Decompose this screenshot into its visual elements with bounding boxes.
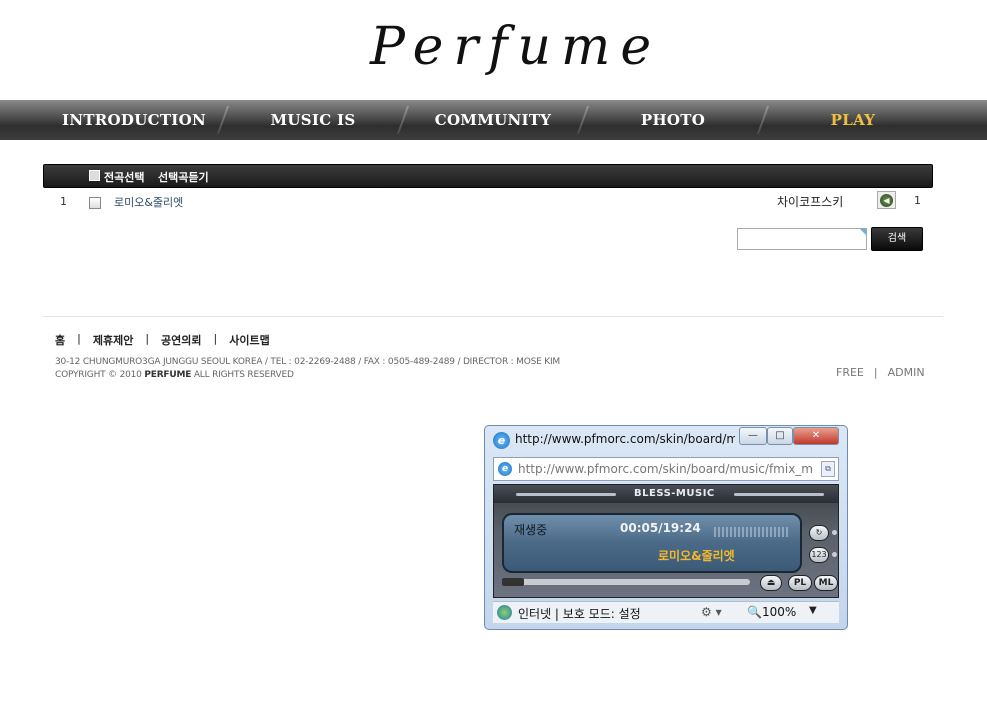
search-input[interactable] (737, 228, 867, 250)
footer-link-partnership[interactable]: 제휴제안 (93, 332, 133, 348)
nav-separator (756, 106, 770, 134)
media-library-button[interactable]: ML (814, 575, 838, 591)
footer-link-admin[interactable]: ADMIN (888, 366, 925, 379)
playlist-header: 전곡선택 선택곡듣기 (43, 164, 933, 188)
footer-link-sitemap[interactable]: 사이트맵 (229, 332, 269, 348)
track-number: 1 (60, 195, 67, 208)
zoom-icon[interactable]: 🔍 (747, 605, 762, 619)
track-artist: 차이코프스키 (777, 195, 844, 209)
track-checkbox[interactable] (89, 197, 101, 209)
indicator-dot (832, 530, 837, 535)
playlist-button[interactable]: PL (788, 575, 812, 591)
footer-separator: | (77, 332, 81, 345)
security-zone-text: 인터넷 | 보호 모드: 설정 (518, 607, 641, 621)
footer-separator: | (873, 366, 878, 379)
footer-copyright: COPYRIGHT © 2010 PERFUME ALL RIGHTS RESE… (55, 370, 294, 380)
footer-right-links: FREE | ADMIN (836, 366, 925, 379)
footer-link-performance[interactable]: 공연의뢰 (161, 332, 201, 348)
repeat-button[interactable]: ↻ (809, 525, 829, 541)
zoom-level[interactable]: 100% (762, 605, 796, 619)
search-button[interactable]: 검색 (871, 227, 923, 251)
main-nav: INTRODUCTION MUSIC IS COMMUNITY PHOTO PL… (0, 100, 987, 140)
indicator-dot (832, 552, 837, 557)
footer-divider (43, 316, 943, 317)
player-brand: BLESS-MUSIC (634, 488, 715, 499)
title-bar-line (734, 493, 824, 496)
title-bar-line (516, 493, 616, 496)
status-bar: 인터넷 | 보호 모드: 설정 ⚙ ▾ 🔍 100% ▼ (493, 601, 839, 623)
nav-play[interactable]: PLAY (818, 100, 888, 140)
address-bar[interactable]: e http://www.pfmorc.com/skin/board/music… (493, 457, 839, 481)
track-play-count: 1 (914, 194, 921, 207)
select-all-button[interactable]: 전곡선택 (104, 169, 144, 185)
player-title-bar: BLESS-MUSIC (494, 485, 838, 503)
player-popup-window: e http://www.pfmorc.com/skin/board/mu...… (484, 425, 848, 630)
seek-handle[interactable] (502, 578, 524, 586)
copyright-prefix: COPYRIGHT © 2010 (55, 370, 145, 380)
security-settings-icon[interactable]: ⚙ ▾ (701, 605, 722, 619)
play-selected-button[interactable]: 선택곡듣기 (158, 169, 209, 185)
nav-photo[interactable]: PHOTO (630, 100, 716, 140)
nav-separator (576, 106, 590, 134)
footer-address: 30-12 CHUNGMURO3GA JUNGGU SEOUL KOREA / … (55, 357, 560, 367)
nav-music-is[interactable]: MUSIC IS (258, 100, 368, 140)
playback-time: 00:05/19:24 (620, 521, 701, 535)
page-icon[interactable]: ⧉ (821, 461, 835, 477)
input-corner-decoration (860, 229, 866, 235)
ie-page-icon: e (498, 462, 512, 476)
footer-link-home[interactable]: 홈 (55, 332, 65, 348)
copyright-brand: PERFUME (144, 370, 192, 380)
address-url[interactable]: http://www.pfmorc.com/skin/board/music/f… (518, 462, 814, 476)
track-play-button[interactable]: ◀ (877, 191, 896, 209)
select-all-checkbox[interactable] (89, 170, 100, 181)
nav-separator (216, 106, 230, 134)
footer-link-free[interactable]: FREE (836, 366, 864, 379)
seek-bar[interactable] (502, 578, 750, 586)
nav-introduction[interactable]: INTRODUCTION (62, 100, 206, 140)
play-order-button[interactable]: 123 (809, 547, 829, 563)
close-button[interactable]: ✕ (793, 427, 839, 445)
footer-separator: | (145, 332, 150, 345)
nav-separator (396, 106, 410, 134)
eject-button[interactable]: ⏏ (760, 575, 782, 591)
player-display: 재생중 00:05/19:24 로미오&줄리엣 (502, 513, 802, 573)
nav-community[interactable]: COMMUNITY (430, 100, 556, 140)
equalizer-visual (714, 527, 790, 537)
maximize-button[interactable]: □ (767, 427, 793, 445)
footer-links: 홈 | 제휴제안 | 공연의뢰 | 사이트맵 (55, 332, 270, 348)
minimize-button[interactable]: — (739, 427, 767, 445)
playback-status: 재생중 (514, 523, 548, 537)
site-logo[interactable]: Perfume (370, 16, 651, 78)
globe-icon (497, 605, 512, 620)
zoom-dropdown-icon[interactable]: ▼ (809, 605, 817, 616)
now-playing-song: 로미오&줄리엣 (658, 549, 735, 563)
music-player: BLESS-MUSIC 재생중 00:05/19:24 로미오&줄리엣 ↻ 12… (493, 484, 839, 598)
ie-icon: e (493, 432, 510, 449)
popup-title: http://www.pfmorc.com/skin/board/mu... (515, 432, 735, 446)
play-icon: ◀ (880, 193, 893, 207)
copyright-suffix: ALL RIGHTS RESERVED (191, 370, 294, 380)
track-title[interactable]: 로미오&줄리엣 (114, 194, 183, 210)
footer-separator: | (213, 332, 218, 345)
